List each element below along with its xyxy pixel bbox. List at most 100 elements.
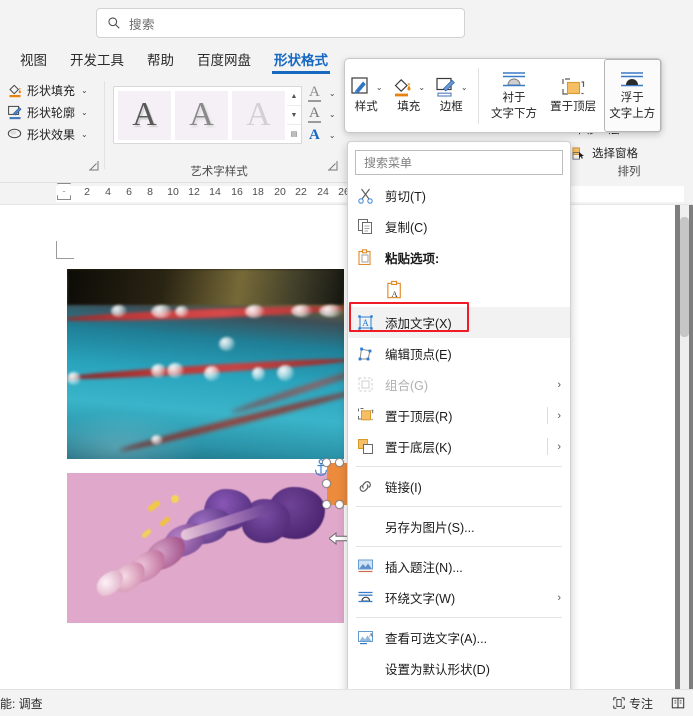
chevron-down-icon[interactable]: ⌄ (81, 108, 88, 117)
ruler-tick: 22 (295, 186, 307, 198)
menu-item-set-default-shape[interactable]: 设置为默认形状(D) (348, 653, 570, 684)
mini-behind-text-button[interactable]: 衬于 文字下方 (485, 59, 542, 132)
menu-item-group: 组合(G) › (348, 369, 570, 400)
search-input[interactable]: 搜索 (96, 8, 465, 38)
image1-droplet (277, 365, 294, 381)
wordart-gallery[interactable]: A A A (113, 86, 293, 144)
text-fill-button[interactable]: A ⌄ (306, 83, 338, 104)
ruler-tick: 14 (209, 186, 221, 198)
ruler-tick: 2 (84, 186, 90, 198)
menu-item-save-as-picture[interactable]: 另存为图片(S)... (348, 511, 570, 542)
edit-points-icon (357, 345, 374, 362)
menu-item-edit-points[interactable]: 编辑顶点(E) (348, 338, 570, 369)
shape-context-menu: 搜索菜单 剪切(T) 复制(C) 粘贴选项: A A 添加文字(X) 编辑顶点(… (347, 141, 571, 708)
chevron-down-icon[interactable]: ⌄ (329, 131, 336, 140)
shape-styles-dialog-launcher[interactable] (88, 161, 99, 172)
wordart-style-1[interactable]: A (118, 90, 171, 140)
menu-item-cut[interactable]: 剪切(T) (348, 180, 570, 211)
menu-item-send-to-back[interactable]: 置于底层(K) › (348, 431, 570, 462)
document-image-2[interactable] (67, 473, 344, 623)
resize-handle[interactable] (322, 500, 331, 509)
menu-item-view-alt-text-label: 查看可选文字(A)... (385, 632, 488, 646)
shape-outline-label: 形状轮廓 (27, 105, 76, 120)
wordart-style-3[interactable]: A (232, 90, 285, 140)
chevron-right-icon[interactable]: › (557, 592, 561, 604)
add-text-icon: A (357, 314, 374, 331)
status-bar-right: 专注 (612, 695, 685, 712)
menu-item-copy-label: 复制(C) (385, 221, 428, 235)
scrollbar-thumb[interactable] (680, 217, 689, 337)
menu-item-link-label: 链接(I) (385, 481, 422, 495)
wordart-style-2[interactable]: A (175, 90, 228, 140)
gallery-more-icon[interactable]: ▤ (287, 125, 301, 143)
menu-item-wrap-text[interactable]: 环绕文字(W) › (348, 582, 570, 613)
tab-help[interactable]: 帮助 (145, 47, 176, 74)
menu-item-link[interactable]: 链接(I) (348, 471, 570, 502)
chevron-down-icon[interactable]: ⌄ (329, 89, 336, 98)
ruler-tick: 10 (167, 186, 179, 198)
menu-item-bring-to-front[interactable]: 置于顶层(R) › (348, 400, 570, 431)
focus-mode-button[interactable]: 专注 (612, 695, 653, 712)
menu-item-insert-caption[interactable]: 插入题注(N)... (348, 551, 570, 582)
resize-handle[interactable] (335, 500, 344, 509)
shape-fill-button[interactable]: 形状填充 ⌄ (4, 79, 91, 101)
chevron-down-icon[interactable]: ⌄ (81, 86, 88, 95)
mini-in-front-of-text-button[interactable]: 浮于 文字上方 (603, 59, 661, 132)
mini-style-button[interactable]: ⌄ 样式 (345, 59, 387, 132)
text-effects-button[interactable]: A ⌄ (306, 125, 338, 146)
chevron-down-icon[interactable]: ⌄ (376, 83, 383, 92)
chevron-down-icon[interactable]: ⌄ (81, 130, 88, 139)
ruler-tick: 4 (105, 186, 111, 198)
mini-bring-front-button[interactable]: 置于顶层 (543, 59, 604, 132)
ruler-tick: 8 (147, 186, 153, 198)
shape-effects-button[interactable]: 形状效果 ⌄ (4, 123, 91, 145)
menu-item-add-text-label: 添加文字(X) (385, 317, 452, 331)
text-outline-button[interactable]: A ⌄ (306, 104, 338, 125)
context-menu-search-input[interactable]: 搜索菜单 (355, 150, 563, 175)
shape-outline-button[interactable]: 形状轮廓 ⌄ (4, 101, 91, 123)
image1-top-band (67, 269, 344, 305)
focus-icon (612, 696, 626, 710)
resize-handle[interactable] (322, 479, 331, 488)
in-front-text-label-2: 文字上方 (609, 107, 656, 120)
alt-text-icon: A (357, 629, 374, 646)
menu-item-set-default-shape-label: 设置为默认形状(D) (385, 663, 490, 677)
scroll-up-icon[interactable]: ▲ (287, 87, 301, 106)
read-mode-button[interactable] (671, 696, 685, 710)
mini-fill-label: 填充 (397, 101, 421, 114)
selection-pane-button[interactable]: 选择窗格 (572, 145, 638, 161)
tab-developer[interactable]: 开发工具 (68, 47, 126, 74)
resize-handle[interactable] (322, 458, 331, 467)
chevron-down-icon[interactable]: ⌄ (418, 83, 425, 92)
shape-styles-buttons: 形状填充 ⌄ 形状轮廓 ⌄ 形状效果 ⌄ (4, 79, 91, 145)
menu-item-bring-to-front-label: 置于顶层(R) (385, 410, 453, 424)
wordart-dialog-launcher[interactable] (327, 161, 338, 172)
menu-item-add-text[interactable]: A 添加文字(X) (348, 307, 570, 338)
mini-style-label: 样式 (354, 101, 378, 114)
document-image-1[interactable] (67, 269, 344, 459)
chevron-down-icon[interactable]: ⌄ (461, 83, 468, 92)
menu-item-view-alt-text[interactable]: A 查看可选文字(A)... (348, 622, 570, 653)
wordart-gallery-scroll[interactable]: ▲ ▼ ▤ (287, 86, 302, 144)
search-placeholder: 搜索 (129, 17, 156, 32)
bring-forward-icon (357, 407, 374, 424)
chevron-down-icon[interactable]: ⌄ (329, 110, 336, 119)
chevron-right-icon[interactable]: › (557, 441, 561, 453)
read-mode-icon (671, 696, 685, 710)
paste-keep-text-icon[interactable]: A (385, 280, 406, 301)
document-page[interactable] (0, 205, 675, 689)
scroll-down-icon[interactable]: ▼ (287, 106, 301, 125)
tab-view[interactable]: 视图 (18, 47, 49, 74)
mini-border-button[interactable]: ⌄ 边框 (430, 59, 472, 132)
mini-fill-button[interactable]: ⌄ 填充 (387, 59, 429, 132)
tab-baidu-netdisk[interactable]: 百度网盘 (195, 47, 253, 74)
search-row: 搜索 (0, 0, 693, 45)
menu-item-edit-points-label: 编辑顶点(E) (385, 348, 452, 362)
chevron-right-icon[interactable]: › (557, 410, 561, 422)
resize-handle[interactable] (335, 458, 344, 467)
bring-to-front-icon (560, 77, 586, 99)
menu-item-paste-options-label: 粘贴选项: (385, 252, 440, 266)
tab-shape-format[interactable]: 形状格式 (272, 47, 330, 74)
image1-droplet (151, 435, 163, 445)
menu-item-copy[interactable]: 复制(C) (348, 211, 570, 242)
